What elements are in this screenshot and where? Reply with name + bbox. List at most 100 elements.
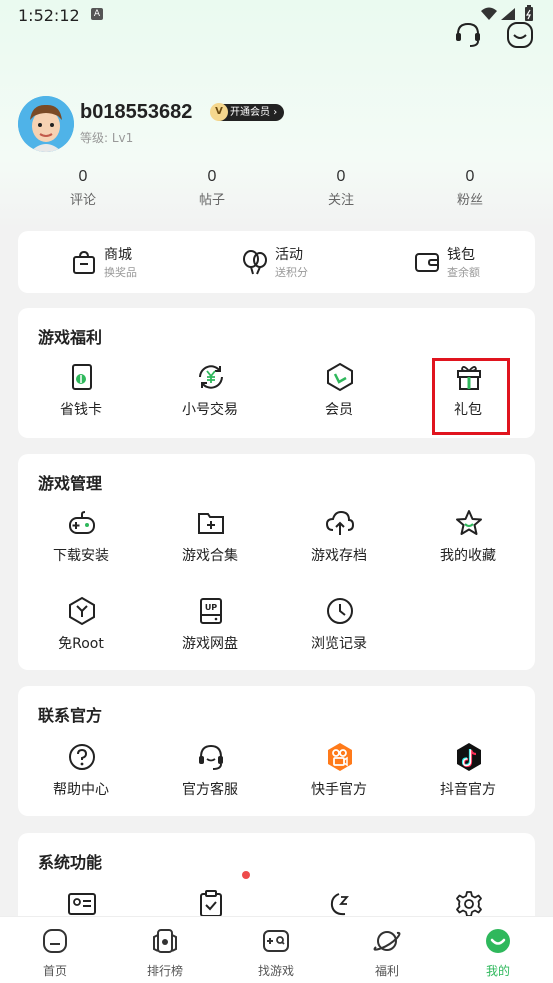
manage-label: 游戏合集 (182, 548, 238, 564)
benefit-savings-card[interactable]: 省钱卡 (31, 362, 131, 432)
manage-label: 浏览记录 (311, 636, 367, 652)
manage-no-root[interactable]: 免Root (31, 596, 131, 666)
manage-download[interactable]: 下载安装 (31, 508, 131, 578)
contact-help[interactable]: 帮助中心 (31, 742, 131, 812)
vip-badge[interactable]: V 开通会员 › (210, 103, 285, 121)
nav-label: 找游戏 (257, 964, 294, 978)
hex-y-icon (69, 596, 95, 626)
notification-dot (242, 871, 250, 879)
me-icon (486, 929, 510, 953)
stats-row: 0 评论 0 帖子 0 关注 0 粉丝 (18, 168, 535, 213)
section-title: 联系官方 (38, 706, 103, 725)
contact-label: 官方客服 (182, 782, 238, 798)
benefit-vip[interactable]: 会员 (289, 362, 389, 432)
stat-value: 0 (465, 168, 475, 185)
manage-cloud-drive[interactable]: UP 游戏网盘 (160, 596, 260, 666)
chevron-right-icon: › (273, 107, 278, 118)
game-management-card: 游戏管理 下载安装 游戏合集 游戏存档 我的收藏 免Root UP 游戏网盘 浏… (18, 454, 535, 670)
douyin-icon (457, 743, 481, 771)
contact-kuaishou[interactable]: 快手官方 (289, 742, 389, 812)
id-card-icon[interactable] (67, 889, 97, 919)
manage-history[interactable]: 浏览记录 (289, 596, 389, 666)
bag-icon (73, 250, 95, 274)
balloon-icon (243, 250, 267, 275)
stat-label: 关注 (327, 193, 354, 208)
quick-link-title: 商城 (104, 247, 132, 263)
nav-label: 首页 (42, 964, 67, 978)
manage-label: 游戏网盘 (182, 636, 238, 652)
nav-benefits[interactable]: 福利 (332, 917, 442, 983)
clock-icon (327, 598, 353, 624)
nav-me[interactable]: 我的 (443, 917, 553, 983)
contact-support[interactable]: 官方客服 (160, 742, 260, 812)
contact-label: 快手官方 (311, 782, 367, 798)
headset-icon[interactable] (453, 20, 483, 50)
username: b018553682 (80, 101, 193, 123)
star-icon (456, 510, 482, 535)
status-time: 1:52:12 (18, 6, 80, 25)
game-benefits-card: 游戏福利 省钱卡 小号交易 会员 礼包 (18, 308, 535, 438)
vip-hex-icon (327, 362, 353, 392)
quick-link-subtitle: 送积分 (275, 266, 308, 279)
stat-comments[interactable]: 0 评论 (43, 168, 123, 208)
savings-card-icon (72, 364, 92, 390)
contact-card: 联系官方 帮助中心 官方客服 快手官方 抖音官方 (18, 686, 535, 816)
stat-following[interactable]: 0 关注 (301, 168, 381, 208)
stat-label: 粉丝 (456, 193, 483, 208)
nav-label: 排行榜 (146, 964, 183, 978)
gamepad-icon (69, 511, 95, 534)
gear-icon[interactable] (454, 889, 484, 919)
benefit-label: 小号交易 (182, 402, 238, 418)
planet-icon (373, 931, 401, 951)
folder-plus-icon (198, 513, 224, 534)
vip-label: 开通会员 (230, 107, 270, 118)
vip-icon: V (210, 103, 228, 121)
quick-link-wallet[interactable]: 钱包 查余额 (413, 231, 533, 293)
user-level: 等级: Lv1 (80, 131, 134, 145)
contact-douyin[interactable]: 抖音官方 (418, 742, 518, 812)
manage-collection[interactable]: 游戏合集 (160, 508, 260, 578)
stat-value: 0 (336, 168, 346, 185)
support-headset-icon (199, 744, 223, 770)
drive-up-icon: UP (200, 598, 222, 624)
section-title: 系统功能 (38, 853, 103, 872)
quick-links-card: 商城 换奖品 活动 送积分 钱包 查余额 (18, 231, 535, 293)
find-game-icon (263, 930, 289, 952)
quick-link-subtitle: 换奖品 (104, 266, 137, 279)
smile-icon[interactable] (505, 20, 535, 50)
nav-find-game[interactable]: 找游戏 (221, 917, 331, 983)
manage-label: 我的收藏 (440, 548, 496, 564)
moon-sleep-icon[interactable] (325, 889, 355, 919)
nav-label: 福利 (374, 964, 399, 978)
highlight-box (432, 358, 510, 435)
stat-label: 帖子 (198, 193, 225, 208)
kuaishou-icon (328, 743, 352, 771)
ranking-icon (153, 929, 177, 953)
manage-label: 免Root (58, 636, 104, 652)
quick-link-activity[interactable]: 活动 送积分 (241, 231, 361, 293)
section-title: 游戏管理 (38, 474, 103, 493)
manage-saves[interactable]: 游戏存档 (289, 508, 389, 578)
quick-link-title: 钱包 (447, 247, 475, 263)
bottom-nav: 首页 排行榜 找游戏 福利 我的 (0, 916, 553, 983)
quick-link-title: 活动 (275, 247, 303, 263)
nav-home[interactable]: 首页 (0, 917, 110, 983)
benefit-label: 会员 (325, 402, 353, 418)
manage-favorites[interactable]: 我的收藏 (418, 508, 518, 578)
benefit-label: 省钱卡 (60, 402, 102, 418)
wallet-icon (415, 253, 439, 272)
help-icon (69, 744, 95, 770)
yen-exchange-icon (199, 365, 223, 389)
nav-ranking[interactable]: 排行榜 (110, 917, 220, 983)
contact-label: 帮助中心 (53, 782, 109, 798)
avatar[interactable] (18, 96, 74, 152)
home-icon (43, 929, 67, 953)
stat-followers[interactable]: 0 粉丝 (430, 168, 510, 208)
manage-label: 游戏存档 (311, 548, 367, 564)
benefit-account-trade[interactable]: 小号交易 (160, 362, 260, 432)
stat-posts[interactable]: 0 帖子 (172, 168, 252, 208)
quick-link-subtitle: 查余额 (447, 266, 480, 279)
quick-link-mall[interactable]: 商城 换奖品 (70, 231, 190, 293)
section-title: 游戏福利 (38, 328, 103, 347)
clipboard-check-icon[interactable] (196, 889, 226, 919)
